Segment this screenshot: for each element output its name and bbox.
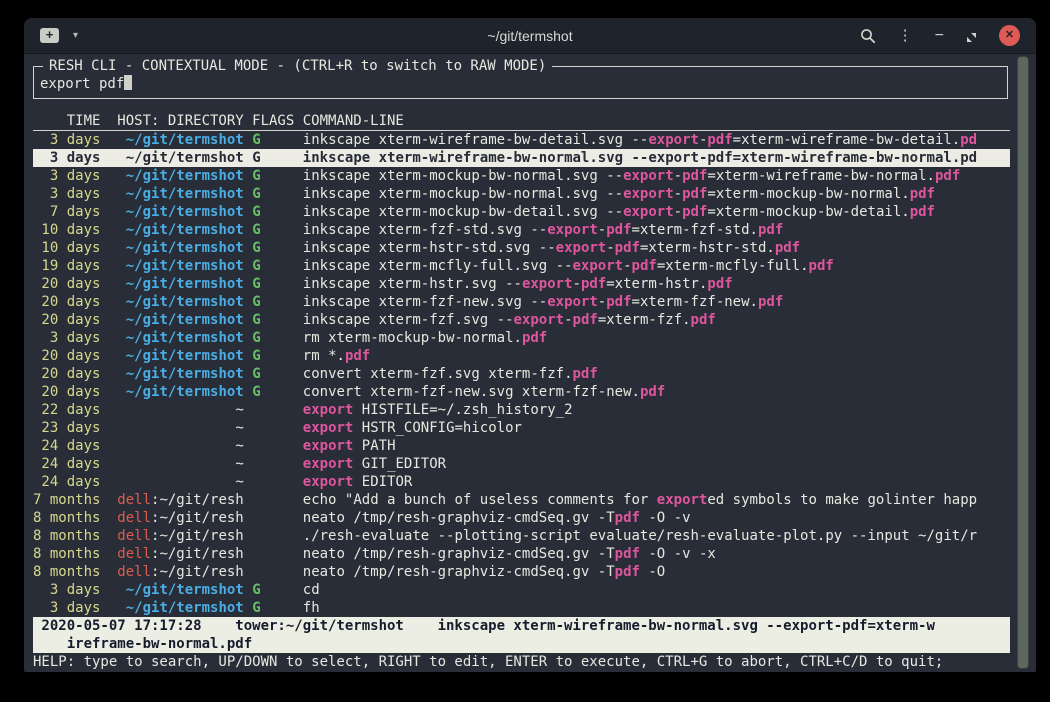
menu-kebab-icon[interactable]: ⋮ [898, 28, 913, 43]
search-icon[interactable] [860, 28, 876, 44]
history-row[interactable]: 8 months dell:~/git/resh neato /tmp/resh… [33, 509, 1010, 527]
close-button[interactable]: ✕ [999, 25, 1020, 46]
history-row[interactable]: 3 days ~/git/termshot G inkscape xterm-w… [33, 149, 1010, 167]
text-cursor [124, 75, 132, 90]
restore-button[interactable] [966, 30, 977, 41]
history-row[interactable]: 24 days ~ export EDITOR [33, 473, 1010, 491]
help-line: HELP: type to search, UP/DOWN to select,… [33, 653, 1010, 671]
history-row[interactable]: 7 months dell:~/git/resh echo "Add a bun… [33, 491, 1010, 509]
history-row[interactable]: 3 days ~/git/termshot G cd [33, 581, 1010, 599]
history-row[interactable]: 10 days ~/git/termshot G inkscape xterm-… [33, 239, 1010, 257]
history-row[interactable]: 20 days ~/git/termshot G convert xterm-f… [33, 383, 1010, 401]
history-row[interactable]: 23 days ~ export HSTR_CONFIG=hicolor [33, 419, 1010, 437]
history-row[interactable]: 20 days ~/git/termshot G rm *.pdf [33, 347, 1010, 365]
history-row[interactable]: 3 days ~/git/termshot G fh [33, 599, 1010, 617]
history-row[interactable]: 3 days ~/git/termshot G inkscape xterm-w… [33, 131, 1010, 149]
history-row[interactable]: 7 days ~/git/termshot G inkscape xterm-m… [33, 203, 1010, 221]
history-row[interactable]: 20 days ~/git/termshot G inkscape xterm-… [33, 311, 1010, 329]
history-row[interactable]: 3 days ~/git/termshot G rm xterm-mockup-… [33, 329, 1010, 347]
history-row[interactable]: 22 days ~ export HISTFILE=~/.zsh_history… [33, 401, 1010, 419]
search-box-title: RESH CLI - CONTEXTUAL MODE - (CTRL+R to … [43, 58, 552, 75]
status-line-1: 2020-05-07 17:17:28 tower:~/git/termshot… [33, 617, 1010, 635]
minimize-button[interactable]: − [935, 28, 944, 43]
history-row[interactable]: 24 days ~ export PATH [33, 437, 1010, 455]
titlebar: + ▾ ~/git/termshot ⋮ − ✕ [24, 18, 1036, 54]
history-row[interactable]: 24 days ~ export GIT_EDITOR [33, 455, 1010, 473]
terminal-window: + ▾ ~/git/termshot ⋮ − ✕ [24, 18, 1036, 672]
history-row[interactable]: 20 days ~/git/termshot G inkscape xterm-… [33, 293, 1010, 311]
table-header: TIME HOST: DIRECTORY FLAGS COMMAND-LINE [33, 112, 1010, 131]
search-box[interactable]: RESH CLI - CONTEXTUAL MODE - (CTRL+R to … [33, 66, 1008, 99]
history-row[interactable]: 3 days ~/git/termshot G inkscape xterm-m… [33, 167, 1010, 185]
status-line-2: ireframe-bw-normal.pdf [33, 635, 1010, 653]
search-query: export pdf [40, 76, 124, 92]
history-row[interactable]: 19 days ~/git/termshot G inkscape xterm-… [33, 257, 1010, 275]
history-row[interactable]: 20 days ~/git/termshot G inkscape xterm-… [33, 275, 1010, 293]
history-row[interactable]: 3 days ~/git/termshot G inkscape xterm-m… [33, 185, 1010, 203]
history-row[interactable]: 10 days ~/git/termshot G inkscape xterm-… [33, 221, 1010, 239]
terminal-screen: RESH CLI - CONTEXTUAL MODE - (CTRL+R to … [24, 54, 1036, 671]
status-bar: 2020-05-07 17:17:28 tower:~/git/termshot… [33, 617, 1010, 653]
history-row[interactable]: 8 months dell:~/git/resh ./resh-evaluate… [33, 527, 1010, 545]
history-row[interactable]: 8 months dell:~/git/resh neato /tmp/resh… [33, 563, 1010, 581]
chevron-down-icon[interactable]: ▾ [73, 30, 78, 41]
history-row[interactable]: 20 days ~/git/termshot G convert xterm-f… [33, 365, 1010, 383]
history-list: 3 days ~/git/termshot G inkscape xterm-w… [33, 131, 1010, 617]
scrollbar-thumb[interactable] [1017, 56, 1029, 669]
history-row[interactable]: 8 months dell:~/git/resh neato /tmp/resh… [33, 545, 1010, 563]
new-tab-icon[interactable]: + [40, 28, 59, 43]
